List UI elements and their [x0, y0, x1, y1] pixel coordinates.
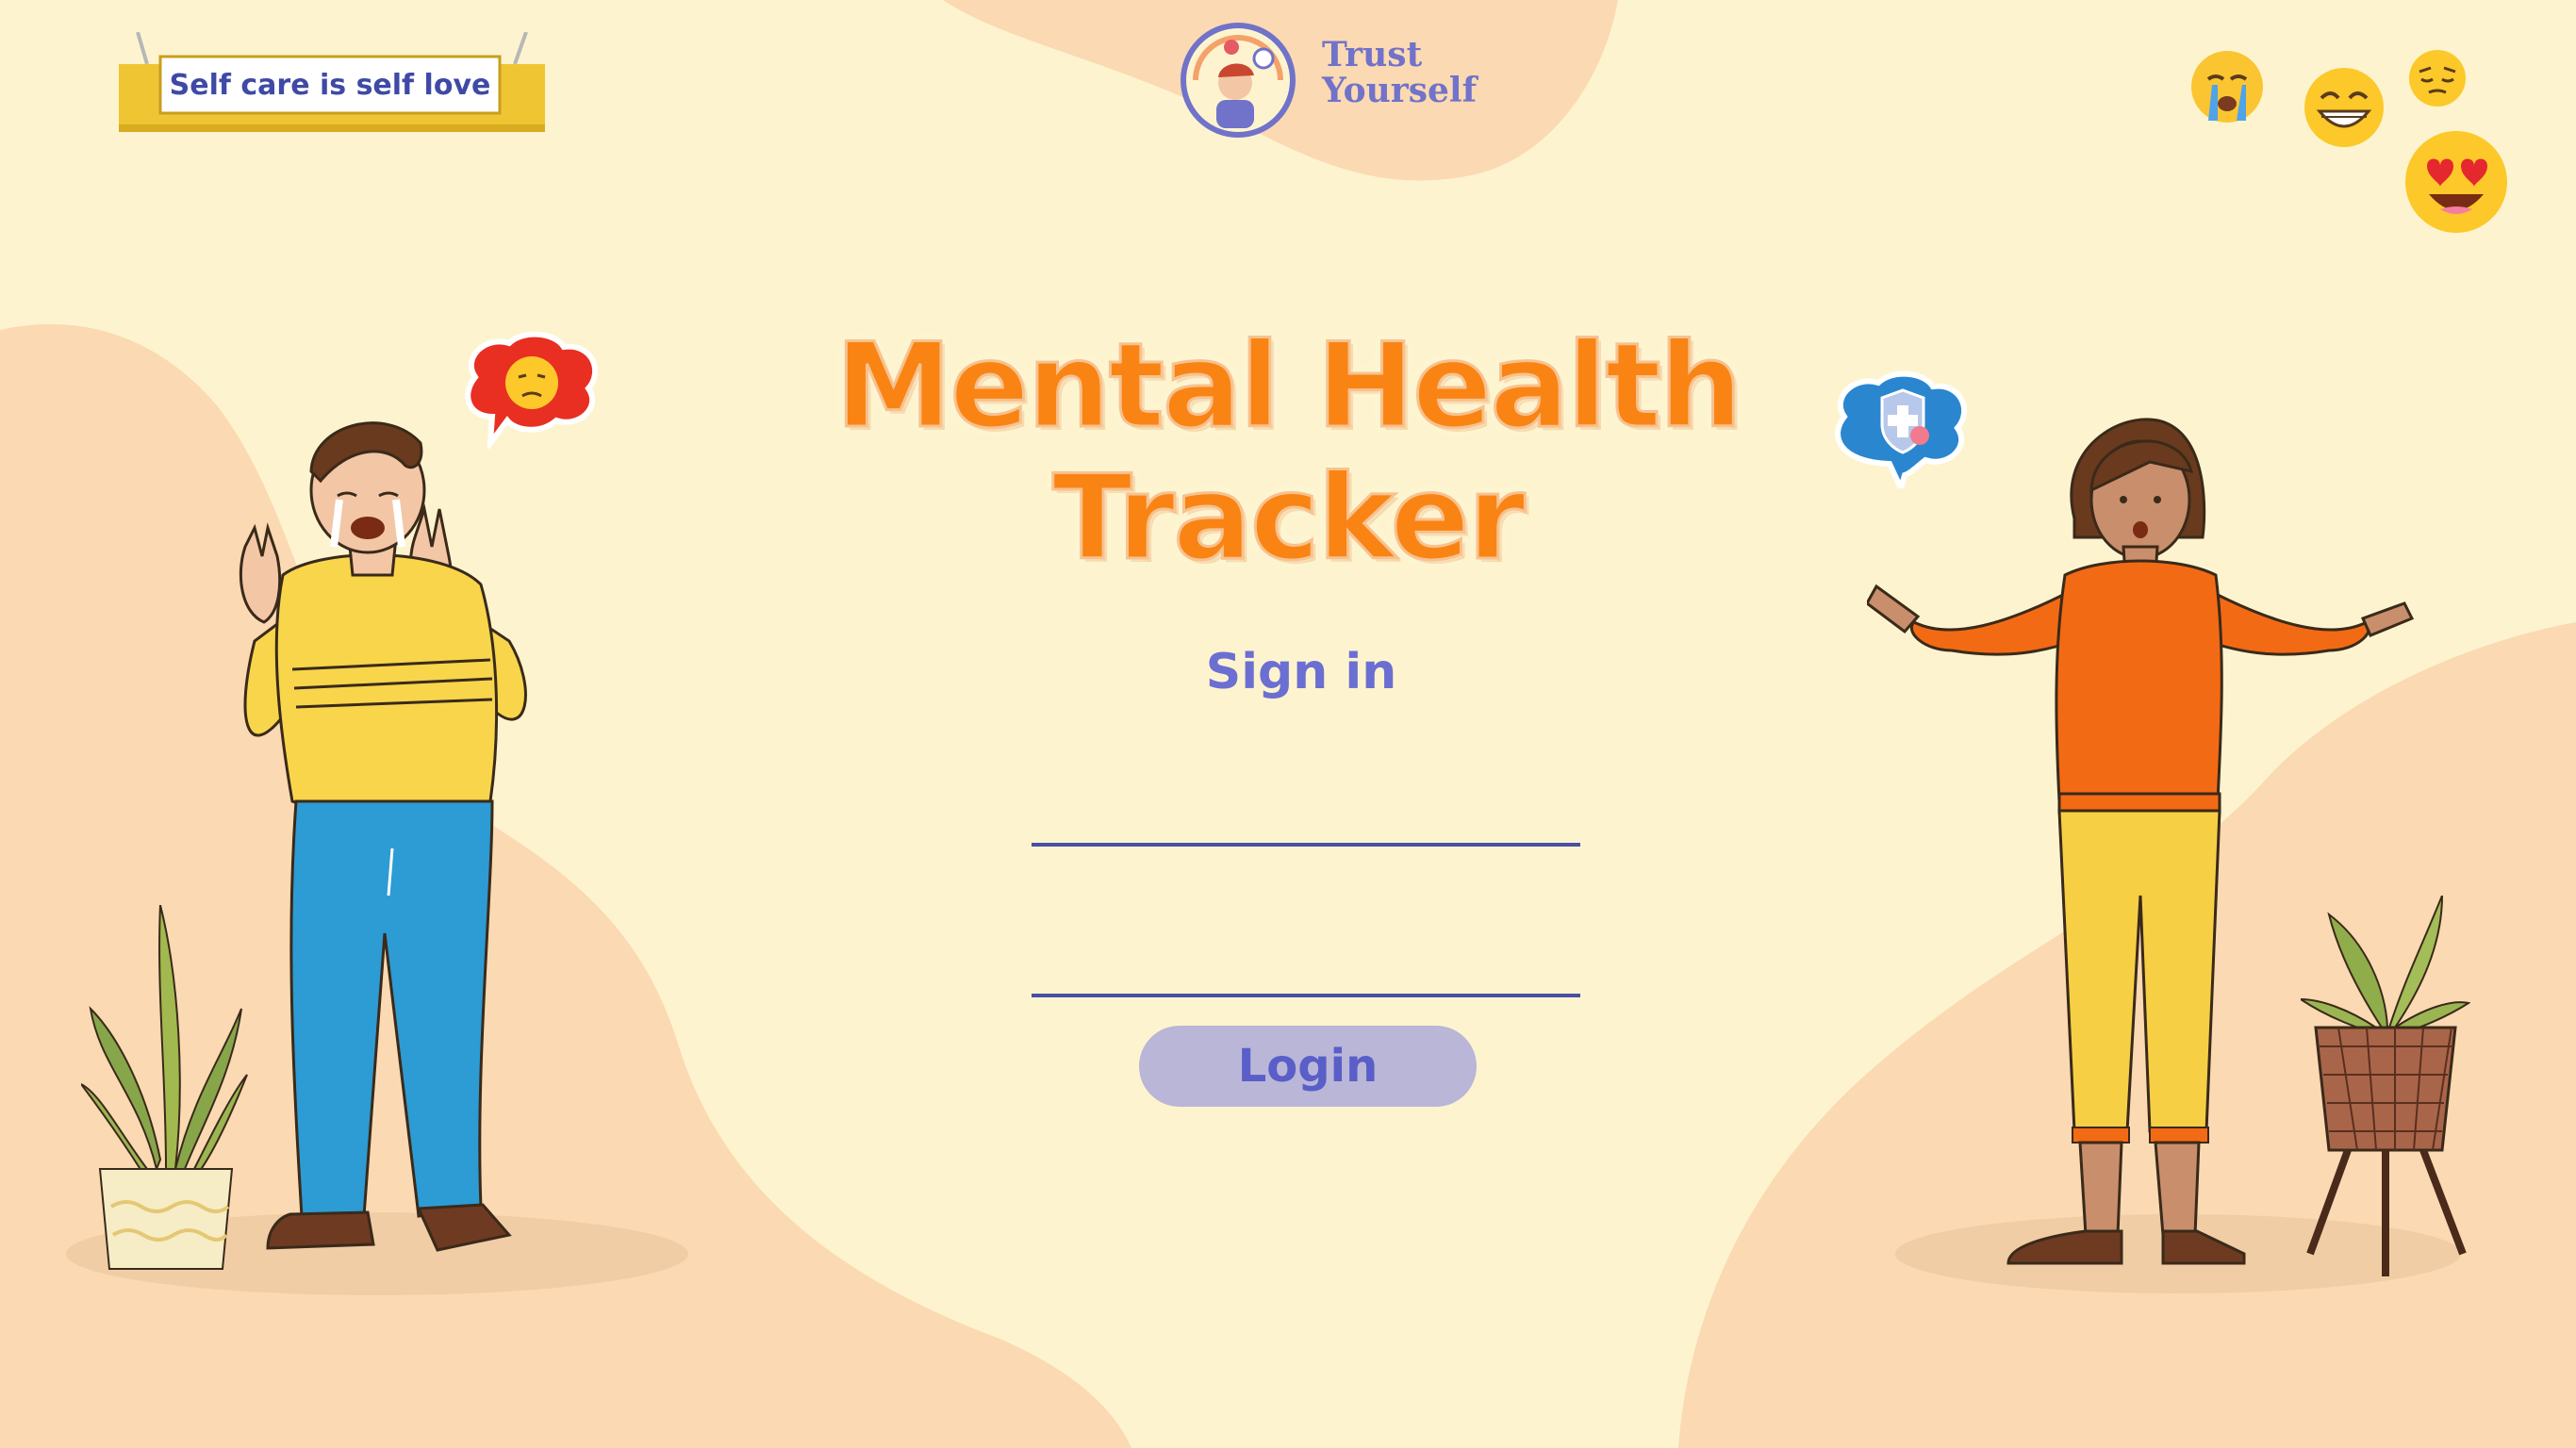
heart-eyes-emoji-icon: [2405, 131, 2507, 233]
crying-emoji-icon: [2191, 51, 2263, 123]
title-line-1: Mental Health: [834, 319, 1743, 454]
distressed-man-illustration: [239, 421, 527, 1252]
trust-yourself-logo: Trust Yourself: [1177, 19, 1592, 141]
pensive-emoji-icon: [2409, 50, 2466, 107]
page-title: Mental Health Tracker: [817, 319, 1759, 586]
logo-text-trust: Trust: [1322, 35, 1423, 74]
sign-in-heading: Sign in: [1205, 644, 1397, 700]
right-plant-stand: [2301, 896, 2470, 1276]
logo-mark-icon: [1181, 23, 1296, 138]
title-line-2: Tracker: [1051, 451, 1527, 586]
login-button[interactable]: Login: [1139, 1026, 1477, 1107]
username-input[interactable]: [1032, 779, 1580, 847]
self-care-sign-text: Self care is self love: [169, 69, 491, 102]
password-input[interactable]: [1032, 930, 1580, 997]
grinning-emoji-icon: [2304, 68, 2384, 147]
logo-text-yourself: Yourself: [1322, 71, 1478, 110]
left-potted-plant: [81, 905, 248, 1270]
